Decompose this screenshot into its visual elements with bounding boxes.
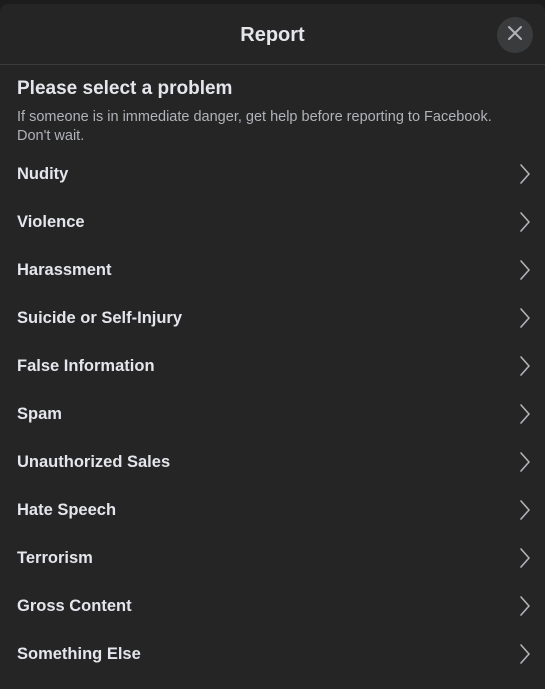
intro-description: If someone is in immediate danger, get h… [17,109,492,144]
problem-label: Gross Content [17,596,132,615]
problem-item-terrorism[interactable]: Terrorism [0,534,545,582]
chevron-right-icon [519,451,531,473]
chevron-right-icon [519,163,531,185]
problem-label: Terrorism [17,548,93,567]
problem-item-harassment[interactable]: Harassment [0,246,545,294]
report-dialog: Report Please select a problem If someon… [0,4,545,689]
problem-item-hate-speech[interactable]: Hate Speech [0,486,545,534]
problem-label: False Information [17,356,155,375]
problem-list: Nudity Violence Harassment Suicide or Se… [0,150,545,678]
problem-label: Nudity [17,164,69,183]
problem-item-something-else[interactable]: Something Else [0,630,545,678]
problem-label: Unauthorized Sales [17,452,171,471]
problem-label: Violence [17,212,85,231]
chevron-right-icon [519,403,531,425]
chevron-right-icon [519,355,531,377]
problem-item-false-information[interactable]: False Information [0,342,545,390]
chevron-right-icon [519,643,531,665]
close-button[interactable] [497,17,533,53]
intro-heading: Please select a problem [17,78,233,99]
intro-section: Please select a problem If someone is in… [0,65,545,146]
problem-item-nudity[interactable]: Nudity [0,150,545,198]
problem-item-spam[interactable]: Spam [0,390,545,438]
chevron-right-icon [519,211,531,233]
problem-item-violence[interactable]: Violence [0,198,545,246]
chevron-right-icon [519,307,531,329]
problem-label: Spam [17,404,62,423]
dialog-title: Report [240,24,305,46]
chevron-right-icon [519,499,531,521]
chevron-right-icon [519,259,531,281]
problem-label: Suicide or Self-Injury [17,308,183,327]
close-icon [507,25,523,46]
chevron-right-icon [519,595,531,617]
chevron-right-icon [519,547,531,569]
problem-label: Something Else [17,644,141,663]
problem-item-unauthorized-sales[interactable]: Unauthorized Sales [0,438,545,486]
dialog-header: Report [0,4,545,65]
problem-label: Harassment [17,260,112,279]
problem-label: Hate Speech [17,500,117,519]
problem-item-suicide-self-injury[interactable]: Suicide or Self-Injury [0,294,545,342]
problem-item-gross-content[interactable]: Gross Content [0,582,545,630]
